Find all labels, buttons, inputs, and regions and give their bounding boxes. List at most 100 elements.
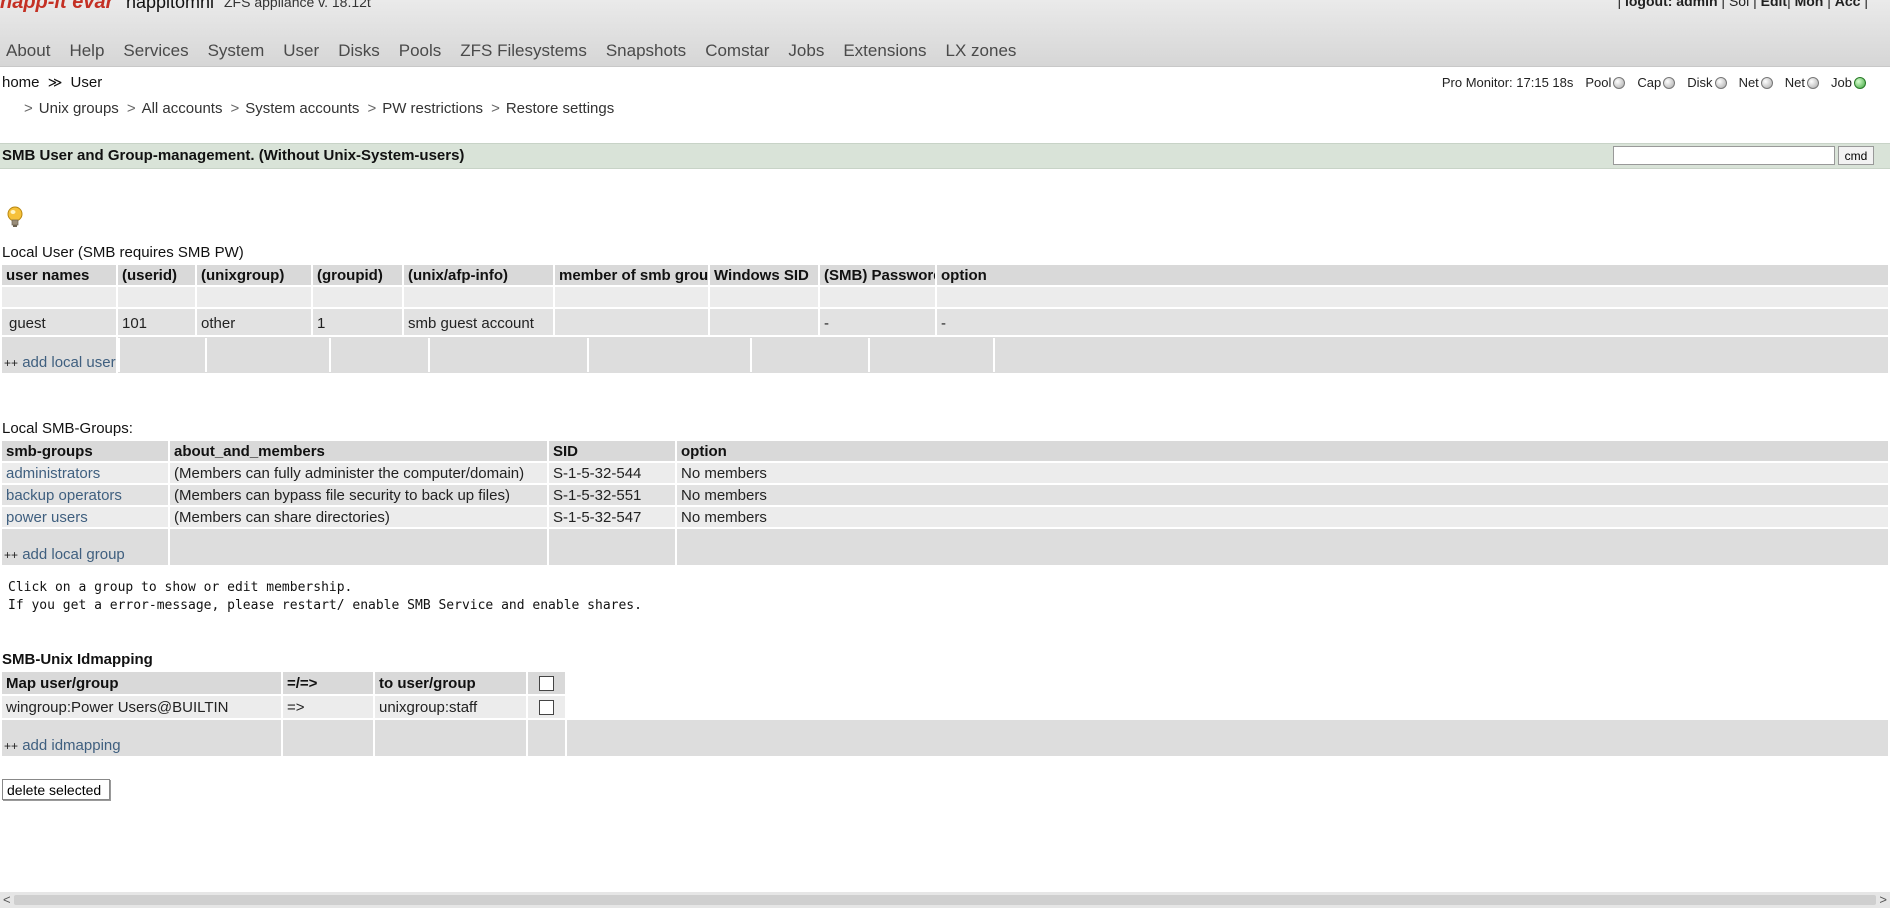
user-link[interactable]: Mon	[1795, 0, 1824, 9]
group-link-backup-operators[interactable]: backup operators	[6, 487, 122, 504]
menu-item-about[interactable]: About	[0, 38, 56, 64]
add-local-user-link[interactable]: add local user	[22, 354, 115, 371]
table-cell: (Members can share directories)	[168, 505, 549, 529]
submenu-all-accounts[interactable]: All accounts	[142, 100, 223, 117]
menu-item-jobs[interactable]: Jobs	[782, 38, 830, 64]
table-cell: other	[195, 307, 313, 337]
chevron-right-icon: >	[367, 100, 377, 117]
table-header-row: smb-groups about_and_members SID option	[0, 439, 1890, 463]
table-row	[0, 285, 1890, 309]
horizontal-scrollbar[interactable]: < >	[0, 892, 1890, 908]
help-note: Click on a group to show or edit members…	[8, 580, 642, 613]
lightbulb-icon[interactable]	[4, 205, 26, 231]
monitor-item[interactable]: Disk	[1687, 75, 1727, 90]
scrollbar-thumb[interactable]	[14, 895, 1876, 905]
table-cell	[402, 285, 555, 309]
table-cell	[195, 285, 313, 309]
smb-groups-table: smb-groups about_and_members SID optionadmi…	[0, 439, 1890, 567]
menu-item-lx-zones[interactable]: LX zones	[940, 38, 1023, 64]
scroll-right-icon[interactable]: >	[1879, 892, 1887, 908]
table-cell: S-1-5-32-551	[547, 483, 677, 507]
delete-selected-button[interactable]: delete selected	[2, 779, 111, 800]
monitor-item[interactable]: Job	[1831, 75, 1866, 90]
submenu-unix-groups[interactable]: Unix groups	[39, 100, 119, 117]
column-header: (unixgroup)	[195, 263, 313, 287]
idmapping-table: Map user/group =/=> to user/group wingroup:…	[0, 670, 1890, 758]
table-cell	[818, 285, 937, 309]
submenu-restore-settings[interactable]: Restore settings	[506, 100, 614, 117]
table-cell: -	[935, 307, 1890, 337]
table-row: wingroup:Power Users@BUILTIN => unixgroup:…	[0, 694, 1890, 720]
user-link-separator: |	[1749, 0, 1761, 9]
table-header-row: Map user/group =/=> to user/group	[0, 670, 1890, 696]
local-user-label: Local User (SMB requires SMB PW)	[2, 244, 244, 261]
user-link[interactable]: Sol	[1729, 0, 1749, 9]
table-cell: (Members can bypass file security to bac…	[168, 483, 549, 507]
menu-item-user[interactable]: User	[277, 38, 325, 64]
menu-item-zfs-filesystems[interactable]: ZFS Filesystems	[454, 38, 593, 64]
hostname: nappitomni	[126, 0, 215, 12]
table-row: guest 101 other 1 smb guest account - -	[0, 307, 1890, 337]
table-cell	[708, 285, 820, 309]
monitor-item[interactable]: Net	[1785, 75, 1820, 90]
column-header: member of smb group	[553, 263, 710, 287]
breadcrumb-current[interactable]: User	[71, 74, 103, 91]
group-cell: administrators	[0, 461, 170, 485]
column-header: to user/group	[373, 670, 528, 696]
cmd-input[interactable]	[1613, 146, 1835, 165]
breadcrumb-home[interactable]: home	[2, 74, 40, 91]
column-header: (SMB) Password	[818, 263, 937, 287]
submenu-system-accounts[interactable]: System accounts	[245, 100, 359, 117]
monitor-item[interactable]: Cap	[1637, 75, 1676, 90]
idmapping-label: SMB-Unix Idmapping	[2, 651, 153, 668]
table-cell: S-1-5-32-547	[547, 505, 677, 529]
cmd-button[interactable]: cmd	[1838, 146, 1874, 165]
add-idmapping-link[interactable]: add idmapping	[22, 737, 120, 754]
user-submenu: > Unix groups > All accounts > System account…	[24, 100, 622, 117]
submenu-pw-restrictions[interactable]: PW restrictions	[382, 100, 483, 117]
menu-item-extensions[interactable]: Extensions	[837, 38, 932, 64]
select-all-cell	[526, 670, 567, 696]
column-header: (unix/afp-info)	[402, 263, 555, 287]
monitor-item-label: Cap	[1637, 75, 1662, 90]
chevron-right-icon: >	[24, 100, 33, 117]
smb-groups-label: Local SMB-Groups:	[2, 420, 133, 437]
monitor-item-label: Pool	[1585, 75, 1612, 90]
user-link[interactable]: Edit	[1761, 0, 1787, 9]
table-cell: -	[818, 307, 937, 337]
pro-monitor: Pro Monitor: 17:15 18s Pool Cap Disk Net Net…	[1442, 75, 1866, 90]
row-checkbox[interactable]	[539, 700, 554, 716]
table-cell[interactable]: guest	[0, 307, 118, 337]
group-cell: power users	[0, 505, 170, 529]
user-link[interactable]: logout: admin	[1625, 0, 1718, 9]
menu-item-comstar[interactable]: Comstar	[699, 38, 775, 64]
app-logo[interactable]: napp-it evar	[0, 0, 113, 14]
group-link-administrators[interactable]: administrators	[6, 465, 100, 482]
menu-item-services[interactable]: Services	[117, 38, 194, 64]
status-led-icon	[1714, 76, 1727, 89]
local-user-table: user names (userid) (unixgroup) (groupid) (u…	[0, 263, 1890, 375]
menu-item-pools[interactable]: Pools	[393, 38, 448, 64]
user-link-separator: |	[1617, 0, 1625, 9]
select-all-checkbox[interactable]	[539, 676, 554, 692]
column-header: option	[935, 263, 1890, 287]
chevron-right-icon: >	[230, 100, 240, 117]
menu-item-snapshots[interactable]: Snapshots	[600, 38, 692, 64]
column-header: SID	[547, 439, 677, 463]
column-header: (groupid)	[311, 263, 404, 287]
user-link[interactable]: Acc	[1835, 0, 1861, 9]
table-cell: No members	[675, 483, 1890, 507]
menu-item-system[interactable]: System	[202, 38, 271, 64]
add-local-group-link[interactable]: add local group	[22, 546, 125, 563]
monitor-item[interactable]: Net	[1739, 75, 1773, 90]
table-row: backup operators (Members can bypass file…	[0, 483, 1890, 507]
status-led-icon	[1807, 76, 1820, 89]
group-link-power-users[interactable]: power users	[6, 509, 88, 526]
table-cell	[116, 285, 197, 309]
monitor-item-label: Net	[1738, 75, 1759, 90]
menu-item-disks[interactable]: Disks	[332, 38, 386, 64]
monitor-item[interactable]: Pool	[1585, 75, 1626, 90]
scroll-left-icon[interactable]: <	[3, 892, 11, 908]
status-led-icon	[1760, 76, 1773, 89]
menu-item-help[interactable]: Help	[63, 38, 110, 64]
